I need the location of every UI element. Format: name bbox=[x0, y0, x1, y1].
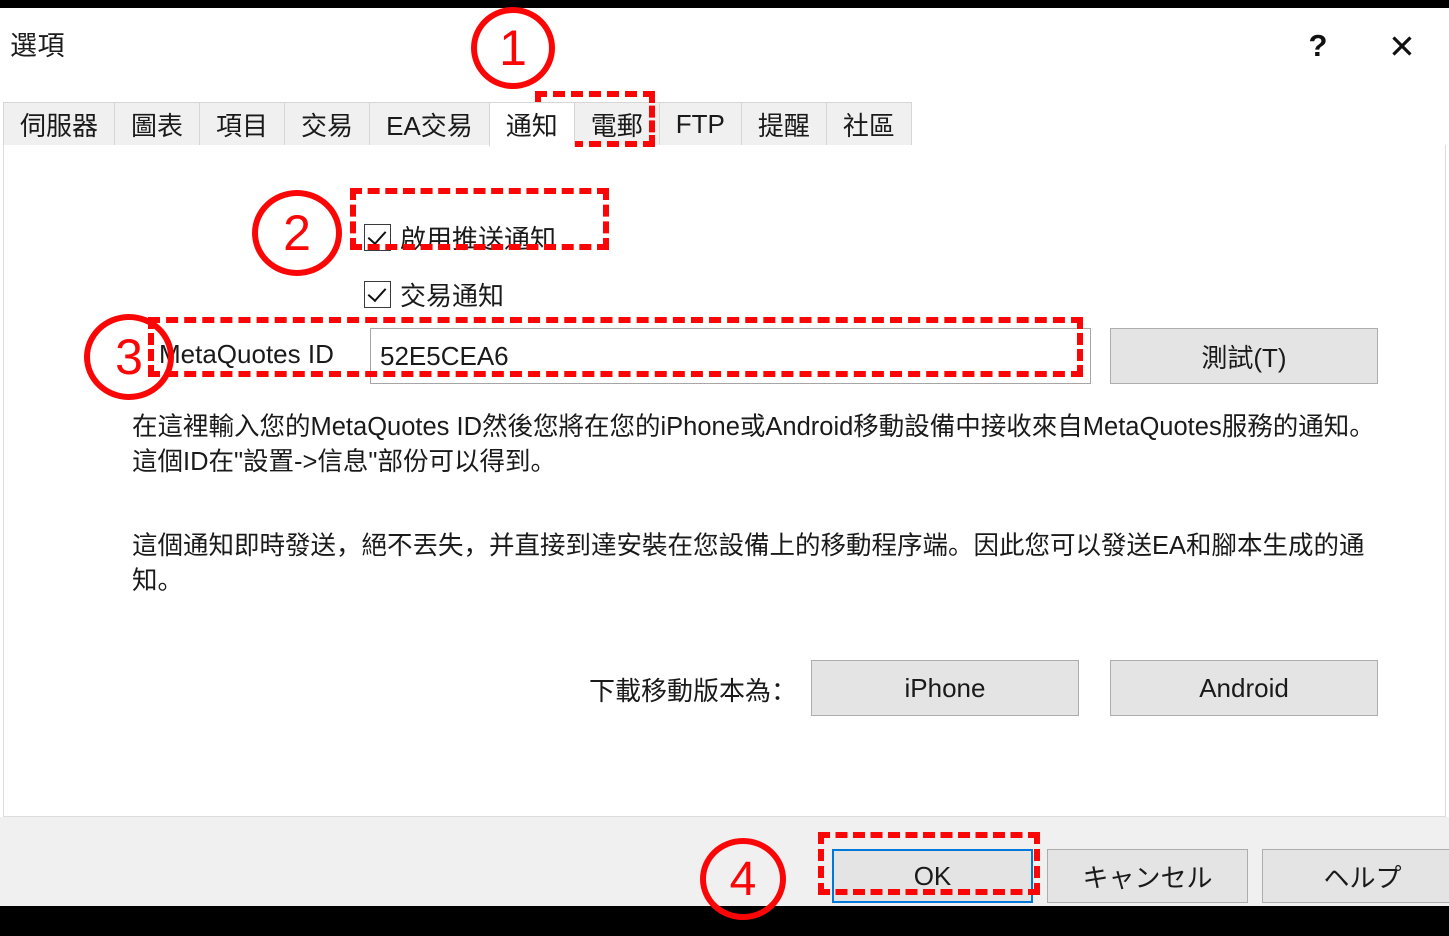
enable-push-notifications-label: 啟用推送通知 bbox=[400, 224, 557, 254]
download-iphone-button[interactable]: iPhone bbox=[811, 660, 1079, 716]
dialog-title: 選項 bbox=[10, 31, 65, 61]
tab-server[interactable]: 伺服器 bbox=[3, 102, 116, 147]
description-paragraph-1: 在這裡輸入您的MetaQuotes ID然後您將在您的iPhone或Androi… bbox=[132, 413, 1375, 476]
tab-objects[interactable]: 項目 bbox=[199, 102, 286, 147]
tab-ftp[interactable]: FTP bbox=[658, 102, 742, 147]
description-paragraph-2: 這個通知即時發送，絕不丟失，并直接到達安裝在您設備上的移動程序端。因此您可以發送… bbox=[132, 532, 1365, 595]
tab-alerts[interactable]: 提醒 bbox=[740, 102, 827, 147]
help-icon[interactable]: ? bbox=[1290, 20, 1346, 72]
tab-expert-advisors[interactable]: EA交易 bbox=[369, 102, 490, 147]
cancel-button[interactable]: キャンセル bbox=[1047, 849, 1248, 903]
dialog-titlebar: 選項 ? ✕ bbox=[0, 8, 1449, 86]
tab-strip: 伺服器 圖表 項目 交易 EA交易 通知 電郵 FTP 提醒 社區 bbox=[3, 101, 1446, 147]
tab-community[interactable]: 社區 bbox=[825, 102, 912, 147]
tab-email[interactable]: 電郵 bbox=[573, 102, 660, 147]
ok-button[interactable]: OK bbox=[832, 849, 1033, 903]
screenshot-root: 選項 ? ✕ 伺服器 圖表 項目 交易 EA交易 通知 電郵 FTP 提醒 社區… bbox=[0, 0, 1449, 936]
trade-notifications-checkbox-row[interactable]: 交易通知 bbox=[364, 276, 504, 313]
metaquotes-id-input[interactable] bbox=[370, 328, 1091, 384]
notifications-panel: 啟用推送通知 交易通知 MetaQuotes ID 測試(T) 在這裡輸入您的M… bbox=[3, 145, 1446, 817]
trade-notifications-label: 交易通知 bbox=[400, 281, 505, 311]
close-icon[interactable]: ✕ bbox=[1374, 20, 1430, 72]
download-android-button[interactable]: Android bbox=[1110, 660, 1378, 716]
tab-notifications[interactable]: 通知 bbox=[488, 102, 575, 147]
metaquotes-id-row: MetaQuotes ID 測試(T) bbox=[159, 328, 1399, 384]
metaquotes-id-label: MetaQuotes ID bbox=[159, 339, 334, 369]
help-button[interactable]: ヘルプ bbox=[1262, 849, 1449, 903]
tab-charts[interactable]: 圖表 bbox=[114, 102, 201, 147]
download-mobile-row: 下載移動版本為： iPhone Android bbox=[589, 660, 1379, 716]
tab-strip-filler bbox=[910, 102, 1446, 147]
enable-push-notifications-checkbox-row[interactable]: 啟用推送通知 bbox=[364, 219, 556, 256]
checkbox-icon[interactable] bbox=[364, 224, 391, 251]
test-button[interactable]: 測試(T) bbox=[1110, 328, 1378, 384]
download-mobile-label: 下載移動版本為： bbox=[589, 676, 798, 706]
options-dialog: 選項 ? ✕ 伺服器 圖表 項目 交易 EA交易 通知 電郵 FTP 提醒 社區… bbox=[0, 8, 1449, 906]
checkbox-icon[interactable] bbox=[364, 281, 391, 308]
dialog-footer: OK キャンセル ヘルプ bbox=[0, 817, 1449, 906]
tab-trade[interactable]: 交易 bbox=[284, 102, 371, 147]
